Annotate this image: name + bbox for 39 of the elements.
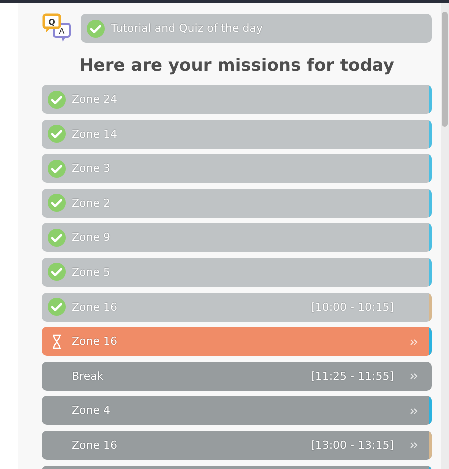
mission-name: Zone 16 bbox=[72, 438, 118, 452]
mission-name: Zone 2 bbox=[72, 196, 112, 210]
mission-row[interactable]: Zone 9 bbox=[42, 223, 432, 252]
time-range: [13:00 - 13:15] bbox=[311, 438, 394, 452]
mission-row[interactable]: Zone 24 bbox=[42, 85, 432, 114]
check-icon bbox=[48, 125, 66, 144]
mission-row[interactable]: Zone 16 [13:00 - 13:15] bbox=[42, 430, 432, 460]
check-icon bbox=[48, 263, 66, 282]
mission-row[interactable]: Zone 16 bbox=[42, 327, 432, 356]
chevron-icon bbox=[410, 408, 418, 415]
chevron-icon bbox=[410, 338, 418, 346]
mission-row[interactable]: Zone 3 bbox=[42, 154, 432, 184]
mission-name: Zone 3 bbox=[72, 162, 112, 176]
mission-row[interactable]: Zone 16 [10:00 - 10:15] bbox=[42, 292, 432, 322]
heading: Here are your missions for today bbox=[78, 56, 396, 76]
chevron-icon bbox=[410, 442, 418, 450]
time-range: [10:00 - 10:15] bbox=[311, 300, 394, 314]
mission-name: Zone 24 bbox=[72, 93, 118, 106]
check-icon bbox=[48, 228, 66, 247]
mission-row[interactable]: Zone 2 bbox=[42, 188, 432, 218]
mission-name: Zone 9 bbox=[72, 231, 112, 244]
mission-row[interactable]: Zone 4 bbox=[42, 396, 432, 426]
mission-name: Zone 4 bbox=[72, 404, 112, 418]
time-range: [11:25 - 11:55] bbox=[311, 370, 394, 383]
check-icon bbox=[48, 90, 66, 108]
mission-row[interactable]: Break [11:25 - 11:55] bbox=[42, 362, 432, 391]
mission-name: Break bbox=[72, 370, 105, 383]
mission-row[interactable]: Zone 14 bbox=[42, 120, 432, 149]
mission-name: Zone 14 bbox=[72, 128, 118, 141]
check-icon bbox=[48, 298, 66, 316]
scrollbar[interactable] bbox=[441, 3, 449, 469]
chevron-icon bbox=[410, 373, 418, 380]
mission-name: Zone 16 bbox=[72, 300, 118, 314]
mission-name: Zone 16 bbox=[72, 335, 118, 348]
check-icon bbox=[48, 194, 66, 212]
mission-row[interactable]: Zone 5 bbox=[42, 258, 432, 287]
quiz-button[interactable]: Tutorial and Quiz of the day bbox=[81, 14, 432, 43]
check-icon bbox=[48, 160, 66, 178]
mission-name: Zone 5 bbox=[72, 266, 112, 279]
